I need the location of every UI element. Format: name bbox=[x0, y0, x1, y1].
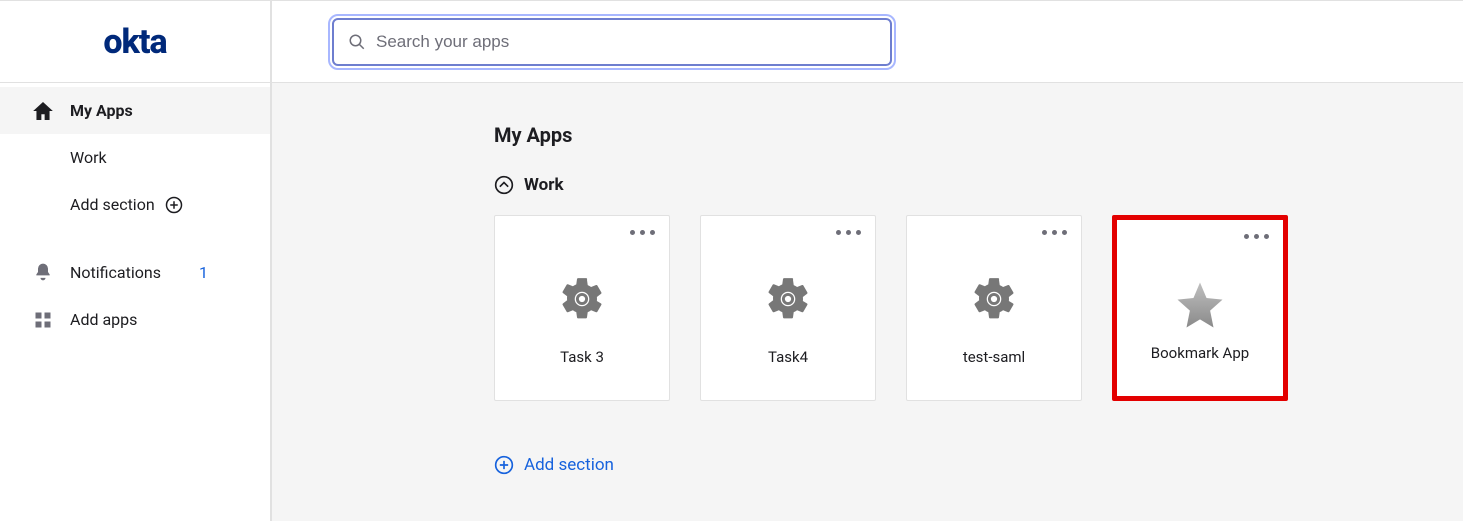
sidebar-item-label: My Apps bbox=[70, 101, 133, 120]
home-icon bbox=[32, 102, 54, 120]
card-menu-button[interactable] bbox=[1042, 230, 1067, 235]
card-menu-button[interactable] bbox=[630, 230, 655, 235]
page-title: My Apps bbox=[494, 123, 1463, 147]
main-area: My Apps Work Task 3 bbox=[272, 1, 1463, 521]
notifications-badge: 1 bbox=[199, 263, 208, 282]
plus-circle-icon bbox=[165, 196, 183, 214]
sidebar: okta My Apps Work Add section bbox=[0, 1, 272, 521]
sidebar-item-my-apps[interactable]: My Apps bbox=[0, 87, 270, 134]
sidebar-item-add-apps[interactable]: Add apps bbox=[0, 296, 270, 343]
app-card[interactable]: Task4 bbox=[700, 215, 876, 401]
app-card[interactable]: Task 3 bbox=[494, 215, 670, 401]
app-card-label: Task4 bbox=[768, 348, 808, 366]
topbar bbox=[272, 1, 1463, 83]
grid-icon bbox=[32, 311, 54, 329]
gear-icon bbox=[557, 274, 607, 324]
sidebar-item-notifications[interactable]: Notifications 1 bbox=[0, 248, 270, 296]
chevron-up-circle-icon bbox=[494, 175, 514, 195]
sidebar-item-label: Notifications bbox=[70, 263, 161, 282]
app-card-highlighted[interactable]: Bookmark App bbox=[1112, 215, 1288, 401]
section-label: Work bbox=[524, 175, 564, 195]
sidebar-item-label: Work bbox=[70, 148, 107, 167]
sidebar-item-label: Add section bbox=[70, 195, 155, 214]
sidebar-add-section[interactable]: Add section bbox=[0, 181, 270, 228]
logo-area: okta bbox=[0, 1, 270, 83]
sidebar-item-work[interactable]: Work bbox=[0, 134, 270, 181]
app-card-label: Bookmark App bbox=[1151, 344, 1249, 362]
add-section-label: Add section bbox=[524, 455, 614, 475]
bell-icon bbox=[32, 262, 54, 282]
gear-icon bbox=[969, 274, 1019, 324]
content: My Apps Work Task 3 bbox=[272, 83, 1463, 521]
sidebar-item-label: Add apps bbox=[70, 310, 137, 329]
brand-logo: okta bbox=[103, 22, 166, 62]
app-card-label: test-saml bbox=[963, 348, 1025, 366]
plus-circle-icon bbox=[494, 455, 514, 475]
search-input[interactable] bbox=[376, 32, 876, 52]
add-section-button[interactable]: Add section bbox=[494, 455, 1463, 475]
app-card[interactable]: test-saml bbox=[906, 215, 1082, 401]
app-card-label: Task 3 bbox=[560, 348, 604, 366]
card-menu-button[interactable] bbox=[1244, 234, 1269, 239]
search-box[interactable] bbox=[332, 18, 892, 66]
star-icon bbox=[1173, 278, 1227, 332]
search-icon bbox=[348, 33, 366, 51]
app-cards: Task 3 Task4 test-saml bbox=[494, 215, 1463, 401]
section-header[interactable]: Work bbox=[494, 175, 1463, 195]
card-menu-button[interactable] bbox=[836, 230, 861, 235]
gear-icon bbox=[763, 274, 813, 324]
sidebar-nav: My Apps Work Add section Notifications 1 bbox=[0, 83, 270, 343]
